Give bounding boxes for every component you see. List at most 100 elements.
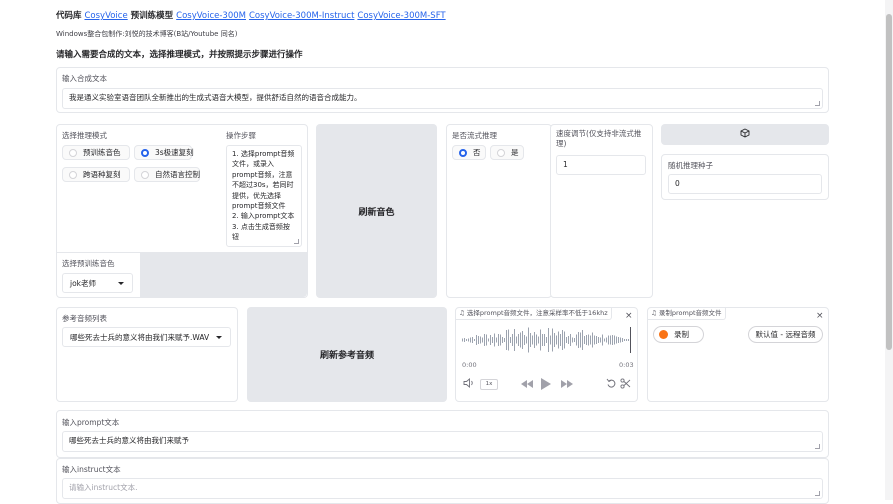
default-remote-audio-label: 默认值 - 远程音频	[755, 330, 816, 339]
model-link-300m-sft[interactable]: CosyVoice-300M-SFT	[357, 11, 445, 21]
waveform-bar	[554, 333, 555, 347]
waveform-bar	[572, 337, 573, 343]
default-remote-audio-button[interactable]: 默认值 - 远程音频	[748, 326, 823, 343]
ref-audio-dropdown[interactable]: 哪些死去士兵的意义将由我们来赋予.WAV	[62, 327, 231, 347]
record-dot-icon	[659, 330, 668, 339]
cube-icon	[740, 128, 750, 141]
steps-line: prompt音频文件	[232, 202, 286, 211]
record-button[interactable]: 录制	[653, 326, 704, 343]
waveform-bar	[548, 328, 549, 352]
waveform-bar	[510, 337, 511, 343]
mode-option-3s-clone[interactable]: 3s极速复刻	[134, 145, 194, 160]
seed-input[interactable]: 0	[668, 174, 822, 194]
waveform-bar	[606, 337, 607, 343]
radio-icon	[497, 149, 505, 157]
steps-label: 操作步骤	[226, 131, 256, 140]
radio-selected-icon	[459, 149, 467, 157]
waveform-bar	[492, 337, 493, 343]
refresh-voice-button[interactable]: 刷新音色	[316, 124, 437, 298]
steps-line: 不超过30s，若同时	[232, 181, 294, 190]
prompt-text-input[interactable]: 哪些死去士兵的意义将由我们来赋予	[62, 431, 823, 452]
waveform-bar	[626, 339, 627, 341]
volume-icon[interactable]	[463, 378, 475, 390]
resize-handle[interactable]	[294, 239, 299, 244]
waveform-bar	[562, 330, 563, 350]
speed-value: 1	[563, 160, 568, 169]
waveform-bar	[620, 337, 621, 343]
ref-audio-value: 哪些死去士兵的意义将由我们来赋予.WAV	[70, 333, 210, 342]
waveform-bar	[538, 336, 539, 344]
mode-label: 选择推理模式	[62, 131, 107, 140]
waveform-bar	[518, 334, 519, 346]
scissors-icon[interactable]	[620, 378, 631, 391]
tts-text-input[interactable]: 我是通义实验室语音团队全新推出的生成式语音大模型，提供舒适自然的语音合成能力。	[62, 88, 823, 109]
waveform-bar	[560, 334, 561, 346]
waveform-bar	[604, 338, 605, 342]
prompt-text-label: 输入prompt文本	[62, 418, 120, 427]
waveform-bar	[494, 333, 495, 347]
stream-option-yes[interactable]: 是	[490, 145, 524, 160]
close-icon[interactable]: ×	[625, 311, 633, 321]
instruct-text-placeholder: 请输入instruct文本.	[69, 483, 138, 492]
mode-option-instruct[interactable]: 自然语言控制	[134, 167, 200, 182]
play-icon[interactable]	[540, 377, 552, 393]
stream-option-label: 是	[511, 148, 519, 157]
pretrained-voice-label: 选择预训练音色	[62, 259, 115, 268]
fast-forward-icon[interactable]	[560, 379, 574, 391]
model-link-300m[interactable]: CosyVoice-300M	[176, 11, 246, 21]
prompt-audio-label: 选择prompt音频文件，注意采样率不低于16khz	[466, 309, 608, 317]
steps-line: 文件，或录入	[232, 160, 274, 169]
waveform-bar	[556, 335, 557, 345]
resize-handle[interactable]	[815, 444, 820, 449]
ref-audio-label: 参考音频列表	[62, 314, 107, 323]
playback-speed: 1x	[485, 381, 493, 387]
mode-option-cross-lingual[interactable]: 跨语种复刻	[62, 167, 130, 182]
steps-line: 钮	[232, 233, 239, 242]
waveform-bar	[580, 332, 581, 348]
scrollbar-thumb[interactable]	[886, 14, 892, 350]
waveform-bar	[588, 334, 589, 346]
steps-line: 2. 输入prompt文本	[232, 212, 295, 221]
header-models-prefix: 预训练模型	[130, 11, 174, 21]
waveform-bar	[484, 334, 485, 346]
record-button-label: 录制	[674, 330, 689, 339]
speed-label: 速度调节(仅支持非流式推理)	[556, 129, 642, 148]
waveform-bar	[528, 327, 529, 353]
waveform-bar	[552, 328, 553, 352]
waveform-bar	[470, 337, 471, 343]
chevron-down-icon	[118, 282, 124, 285]
resize-handle[interactable]	[815, 491, 820, 496]
waveform[interactable]	[462, 325, 632, 355]
tts-text-label: 输入合成文本	[62, 74, 107, 83]
waveform-bar	[574, 338, 575, 342]
random-seed-button[interactable]	[661, 124, 829, 145]
waveform-bar	[500, 334, 501, 346]
rewind-icon[interactable]	[520, 379, 534, 391]
resize-handle[interactable]	[815, 101, 820, 106]
instruct-text-input[interactable]: 请输入instruct文本.	[62, 478, 823, 499]
waveform-bar	[614, 335, 615, 345]
steps-textarea[interactable]: 1. 选择prompt音频 文件，或录入 prompt音频，注意 不超过30s，…	[226, 145, 302, 247]
waveform-bar	[468, 338, 469, 342]
stream-option-no[interactable]: 否	[452, 145, 486, 160]
refresh-ref-audio-button[interactable]: 刷新参考音频	[247, 307, 447, 402]
waveform-bar	[540, 329, 541, 351]
playback-speed-button[interactable]: 1x	[480, 379, 498, 390]
waveform-bar	[530, 333, 531, 347]
waveform-bar	[526, 336, 527, 344]
speed-input[interactable]: 1	[556, 155, 646, 175]
waveform-bar	[480, 336, 481, 344]
waveform-bar	[586, 335, 587, 345]
mode-option-pretrained[interactable]: 预训练音色	[62, 145, 130, 160]
repo-link[interactable]: CosyVoice	[84, 11, 127, 21]
model-link-300m-instruct[interactable]: CosyVoice-300M-Instruct	[249, 11, 354, 21]
seed-label: 随机推理种子	[668, 161, 713, 170]
pretrained-voice-dropdown[interactable]: jok老师	[62, 273, 133, 293]
close-icon[interactable]: ×	[816, 311, 824, 321]
waveform-bar	[502, 337, 503, 343]
stream-label: 是否流式推理	[452, 131, 497, 140]
record-panel	[647, 307, 829, 402]
undo-icon[interactable]	[606, 378, 617, 391]
waveform-bar	[516, 336, 517, 344]
page-scrollbar[interactable]	[885, 0, 893, 500]
